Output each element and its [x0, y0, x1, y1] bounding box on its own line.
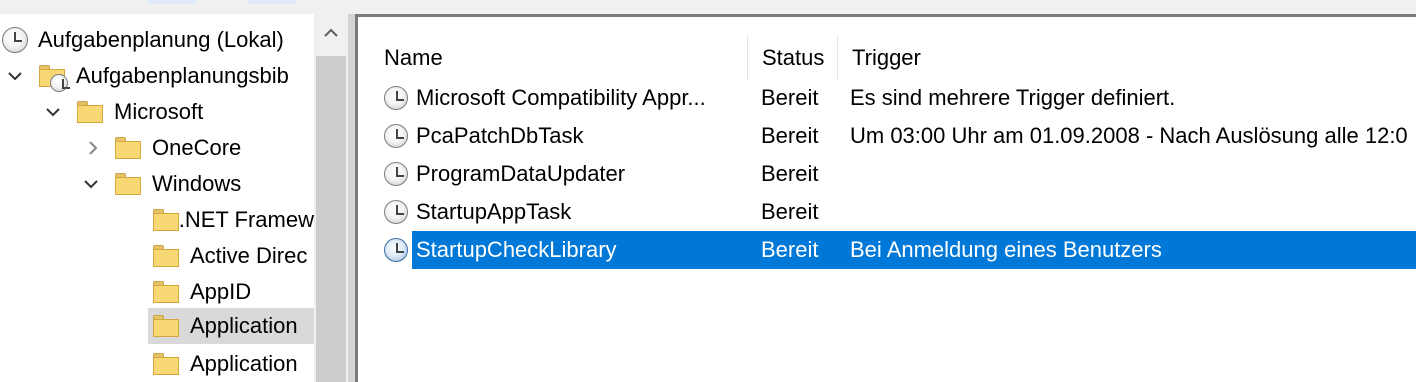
tree-item-onecore[interactable]: OneCore — [0, 130, 241, 166]
chevron-down-icon[interactable] — [6, 67, 24, 85]
tree-item-label: Active Direc — [190, 243, 308, 268]
task-status: Bereit — [761, 123, 819, 148]
task-row[interactable]: ProgramDataUpdater Bereit — [358, 155, 1416, 193]
task-name: ProgramDataUpdater — [416, 161, 626, 186]
task-row-selected[interactable]: StartupCheckLibrary Bereit Bei Anmeldung… — [358, 231, 1416, 269]
tree-item-label: OneCore — [152, 135, 242, 160]
folder-icon — [76, 100, 104, 124]
task-row[interactable]: StartupAppTask Bereit — [358, 193, 1416, 231]
tree-item-appid[interactable]: AppID — [150, 274, 314, 310]
scrollbar-thumb[interactable] — [316, 56, 346, 382]
scroll-up-button[interactable] — [314, 14, 348, 52]
tree-item-application[interactable]: Application — [150, 346, 314, 382]
chevron-down-icon[interactable] — [82, 175, 100, 193]
tree-item-root[interactable]: Aufgabenplanung (Lokal) — [2, 22, 284, 58]
tree-item-label: AppID — [190, 279, 252, 304]
column-header-name[interactable]: Name — [370, 35, 748, 81]
chevron-up-icon — [324, 28, 338, 37]
column-header-status[interactable]: Status — [748, 35, 838, 81]
library-icon — [38, 64, 70, 92]
tree-item-label: Windows — [152, 171, 242, 196]
chevron-down-icon[interactable] — [44, 103, 62, 121]
top-toolbar-strip — [0, 0, 1416, 14]
task-trigger — [850, 155, 1416, 193]
task-row[interactable]: Microsoft Compatibility Appr... Bereit E… — [358, 79, 1416, 117]
task-list-pane: Name Status Trigger Microsoft Compatibil… — [358, 14, 1416, 382]
task-row[interactable]: PcaPatchDbTask Bereit Um 03:00 Uhr am 01… — [358, 117, 1416, 155]
task-status: Bereit — [761, 85, 819, 110]
column-header-trigger[interactable]: Trigger — [838, 35, 1416, 81]
tree-item-windows[interactable]: Windows — [0, 166, 241, 202]
task-status: Bereit — [761, 199, 819, 224]
tree-item-library[interactable]: Aufgabenplanungsbib — [0, 58, 289, 94]
folder-icon — [152, 280, 180, 304]
task-trigger: Bei Anmeldung eines Benutzers — [850, 237, 1162, 262]
folder-icon — [152, 352, 180, 376]
toolbar-highlight — [248, 0, 296, 4]
task-status: Bereit — [761, 161, 819, 186]
tree-item-label: .NET Framew — [178, 207, 314, 232]
tree-pane: Aufgabenplanung (Lokal) Aufgabenplanungs… — [0, 14, 348, 382]
folder-icon — [152, 208, 179, 232]
tree-scrollbar[interactable] — [314, 14, 348, 382]
toolbar-highlight — [148, 0, 196, 4]
task-name-text: StartupCheckLibrary — [416, 237, 617, 262]
task-trigger: Um 03:00 Uhr am 01.09.2008 - Nach Auslös… — [850, 123, 1408, 148]
task-name: Microsoft Compatibility Appr... — [416, 85, 706, 110]
tree-item-dotnet[interactable]: .NET Framew — [150, 202, 314, 238]
tree-item-label: Application — [190, 351, 298, 376]
clock-icon — [384, 117, 412, 155]
folder-icon — [152, 314, 180, 338]
chevron-right-icon[interactable] — [84, 139, 102, 157]
tree-item-label: Aufgabenplanungsbib — [76, 63, 289, 88]
folder-icon — [114, 172, 142, 196]
task-scheduler-icon — [2, 27, 28, 53]
folder-icon — [152, 244, 180, 268]
clock-icon — [384, 79, 412, 117]
column-header-row: Name Status Trigger — [358, 35, 1416, 81]
clock-icon — [50, 74, 70, 92]
tree-item-active-directory[interactable]: Active Direc — [150, 238, 314, 274]
clock-icon — [384, 155, 412, 193]
clock-icon — [384, 231, 412, 269]
clock-icon — [384, 193, 412, 231]
pane-splitter[interactable] — [348, 14, 358, 382]
task-trigger: Es sind mehrere Trigger definiert. — [850, 85, 1176, 110]
task-status: Bereit — [761, 237, 819, 262]
task-name: PcaPatchDbTask — [416, 123, 584, 148]
tree-item-application-selected[interactable]: Application — [148, 308, 314, 344]
tree-item-microsoft[interactable]: Microsoft — [0, 94, 203, 130]
tree-item-label: Application — [190, 313, 298, 338]
task-name: StartupAppTask — [416, 199, 572, 224]
tree-item-label: Aufgabenplanung (Lokal) — [38, 27, 284, 52]
task-trigger — [850, 193, 1416, 231]
folder-icon — [114, 136, 142, 160]
tree-item-label: Microsoft — [114, 99, 204, 124]
